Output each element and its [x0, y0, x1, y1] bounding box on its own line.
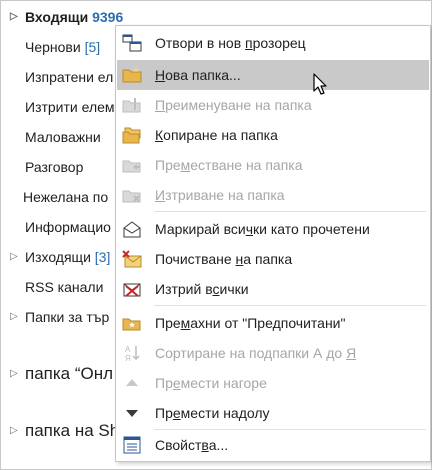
- menu-move-up[interactable]: Премести нагоре: [117, 368, 429, 398]
- folder-label: Информацио: [25, 219, 111, 235]
- folder-outbox[interactable]: ▷ Изходящи [3]: [1, 245, 115, 269]
- rename-folder-icon: [122, 98, 141, 113]
- folder-label: Папки за тър: [25, 309, 110, 325]
- folder-conversation[interactable]: Разговор: [1, 155, 115, 179]
- properties-icon: [123, 436, 141, 454]
- menu-separator: [154, 305, 426, 306]
- folder-label: Чернови: [25, 39, 81, 55]
- menu-move-down[interactable]: Премести надолу: [117, 398, 429, 428]
- folder-label: папка “Онл: [25, 364, 114, 383]
- menu-separator: [154, 211, 426, 212]
- folder-junk[interactable]: Нежелана по: [1, 185, 113, 209]
- menu-delete-all[interactable]: Изтрий всички: [117, 274, 429, 304]
- svg-text:A: A: [125, 345, 131, 354]
- menu-rename-folder[interactable]: Преименуване на папка: [117, 90, 429, 120]
- unread-count: [5]: [84, 39, 101, 55]
- menu-move-folder[interactable]: Преместване на папка: [117, 150, 429, 180]
- expand-arrow-icon[interactable]: ▷: [10, 5, 18, 29]
- folder-info[interactable]: Информацио: [1, 215, 115, 239]
- move-folder-icon: [122, 160, 141, 173]
- menu-copy-folder[interactable]: Копиране на папка: [117, 120, 429, 150]
- folder-label: Изтрити елем: [25, 99, 115, 115]
- move-up-icon: [126, 379, 138, 386]
- expand-arrow-icon[interactable]: ▷: [10, 419, 18, 443]
- folder-online-archive[interactable]: ▷ папка “Онл: [1, 362, 115, 386]
- menu-properties[interactable]: Свойства...: [117, 430, 429, 460]
- folder-label: Нежелана по: [23, 189, 109, 205]
- unread-count: 9396: [92, 9, 124, 25]
- folder-sharepoint[interactable]: ▷ папка на Sh: [1, 419, 115, 443]
- folder-sent[interactable]: Изпратени ел: [1, 65, 115, 89]
- folder-label: Изходящи: [25, 249, 91, 265]
- menu-remove-from-favorites[interactable]: Премахни от "Предпочитани": [117, 308, 429, 338]
- folder-label: RSS канали: [25, 279, 104, 295]
- folder-rss[interactable]: RSS канали: [1, 275, 115, 299]
- folder-drafts[interactable]: Чернови [5]: [1, 35, 115, 59]
- expand-arrow-icon[interactable]: ▷: [10, 305, 18, 329]
- folder-search-folders[interactable]: ▷ Папки за тър: [1, 305, 115, 329]
- sort-az-icon: A Я: [125, 345, 140, 362]
- remove-favorite-icon: [122, 318, 141, 331]
- expand-arrow-icon[interactable]: ▷: [10, 362, 18, 386]
- menu-delete-folder[interactable]: Изтриване на папка: [117, 180, 429, 210]
- delete-folder-icon: [122, 190, 141, 203]
- copy-folder-icon: [122, 127, 141, 144]
- folder-label: папка на Sh: [25, 421, 115, 440]
- clean-up-icon: [122, 250, 142, 268]
- folder-label: Изпратени ел: [25, 69, 114, 85]
- unread-count: [3]: [94, 249, 111, 265]
- new-folder-icon: [122, 67, 142, 83]
- menu-new-folder[interactable]: Нова папка...: [117, 60, 429, 90]
- menu-sort-subfolders-az[interactable]: A Я Сортиране на подпапки А до Я: [117, 338, 429, 368]
- new-window-icon: [122, 34, 142, 52]
- menu-clean-up-folder[interactable]: Почистване на папка: [117, 244, 429, 274]
- folder-label: Маловажни: [25, 129, 101, 145]
- outlook-folder-pane: ▷ Входящи 9396 Чернови [5] Изпратени ел …: [0, 0, 432, 470]
- folder-clutter[interactable]: Маловажни: [1, 125, 115, 149]
- svg-text:Я: Я: [125, 354, 131, 362]
- menu-open-in-new-window[interactable]: Отвори в нов прозорец: [117, 28, 429, 58]
- folder-label: Входящи: [25, 9, 89, 25]
- delete-all-icon: [123, 283, 141, 297]
- context-menu: Отвори в нов прозорец Нова папка... Преи…: [115, 25, 431, 462]
- expand-arrow-icon[interactable]: ▷: [10, 245, 18, 269]
- mouse-cursor-icon: [313, 73, 327, 95]
- folder-label: Разговор: [25, 159, 84, 175]
- move-down-icon: [126, 410, 138, 417]
- mark-read-icon: [123, 221, 141, 238]
- menu-mark-all-read[interactable]: Маркирай всички като прочетени: [117, 214, 429, 244]
- folder-deleted[interactable]: Изтрити елем: [1, 95, 115, 119]
